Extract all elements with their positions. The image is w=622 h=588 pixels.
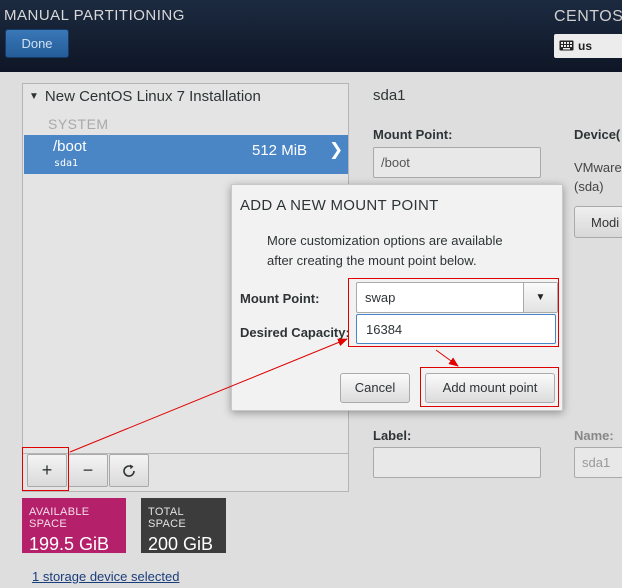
available-space-box: AVAILABLE SPACE 199.5 GiB xyxy=(22,498,126,554)
mount-point-label: Mount Point: xyxy=(373,127,453,142)
partition-size: 512 MiB xyxy=(252,142,308,159)
refresh-button[interactable] xyxy=(109,454,149,487)
partition-toolbar: + − xyxy=(23,453,348,491)
dialog-description-line1: More customization options are available xyxy=(267,233,503,248)
partition-device: sda1 xyxy=(54,158,79,169)
dialog-description-line2: after creating the mount point below. xyxy=(267,253,477,268)
desired-capacity-label: Desired Capacity: xyxy=(240,325,350,340)
top-bar: MANUAL PARTITIONING Done CENTOS L us xyxy=(0,0,622,72)
modify-button[interactable]: Modi xyxy=(574,206,622,238)
keyboard-icon xyxy=(559,40,574,51)
device-id: (sda) xyxy=(574,179,604,194)
mount-point-field[interactable]: /boot xyxy=(373,147,541,178)
annotation-box-add-mount xyxy=(420,367,559,407)
available-space-label: AVAILABLE SPACE xyxy=(29,506,90,530)
device-name: VMware xyxy=(574,160,622,175)
product-title: CENTOS L xyxy=(554,8,622,25)
expander-triangle-icon: ▼ xyxy=(29,91,39,102)
chevron-right-icon: ❯ xyxy=(329,140,344,159)
system-section-label: SYSTEM xyxy=(48,116,109,132)
partition-mount-point: /boot xyxy=(53,138,87,155)
cancel-button[interactable]: Cancel xyxy=(340,373,410,403)
storage-devices-link[interactable]: 1 storage device selected xyxy=(32,569,179,584)
partition-details-title: sda1 xyxy=(373,87,406,104)
dialog-mount-point-label: Mount Point: xyxy=(240,291,320,306)
name-label: Name: xyxy=(574,428,614,443)
keyboard-layout-indicator[interactable]: us xyxy=(554,34,622,58)
total-space-label: TOTAL SPACE xyxy=(148,506,186,530)
partition-row[interactable]: /boot sda1 512 MiB ❯ xyxy=(24,135,348,174)
label-field[interactable] xyxy=(373,447,541,478)
done-button[interactable]: Done xyxy=(5,29,69,58)
dialog-title: ADD A NEW MOUNT POINT xyxy=(240,197,439,214)
name-field[interactable]: sda1 xyxy=(574,447,622,478)
keyboard-layout-label: us xyxy=(578,39,593,53)
page-title: MANUAL PARTITIONING xyxy=(4,7,185,24)
available-space-value: 199.5 GiB xyxy=(29,534,110,554)
device-label: Device( xyxy=(574,127,621,142)
annotation-box-add xyxy=(22,447,69,491)
dialog-description: More customization options are available… xyxy=(267,231,557,271)
installation-expander[interactable]: ▼ New CentOS Linux 7 Installation xyxy=(29,88,261,105)
installation-title: New CentOS Linux 7 Installation xyxy=(44,88,261,105)
remove-partition-button[interactable]: − xyxy=(68,454,108,487)
refresh-icon xyxy=(123,464,135,477)
total-space-value: 200 GiB xyxy=(148,534,214,554)
total-space-box: TOTAL SPACE 200 GiB xyxy=(141,498,226,554)
label-label: Label: xyxy=(373,428,412,443)
annotation-box-fields xyxy=(348,278,559,347)
